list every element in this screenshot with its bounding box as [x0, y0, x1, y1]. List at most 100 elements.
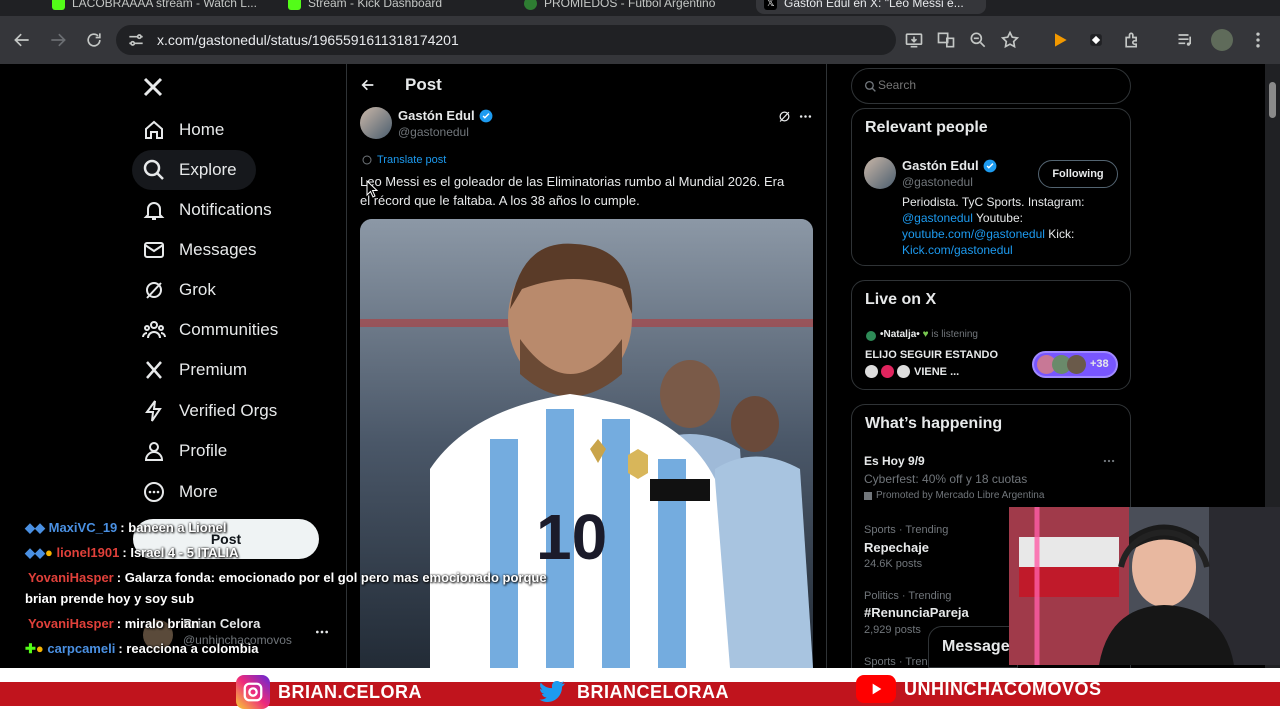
- author-name-row[interactable]: Gastón Edul: [398, 108, 493, 123]
- address-bar[interactable]: x.com/gastonedul/status/1965591611318174…: [116, 25, 1020, 55]
- nav-label: Grok: [179, 280, 216, 299]
- mouse-cursor-icon: [366, 180, 378, 198]
- stream-banner: BRIAN.CELORA BRIANCELORAA UNHINCHACOMOVO…: [0, 668, 1280, 720]
- relevant-name-row[interactable]: Gastón Edul: [902, 158, 997, 173]
- chat-sep: :: [118, 641, 123, 656]
- url-text: x.com/gastonedul/status/1965591611318174…: [157, 32, 459, 48]
- site-settings-icon[interactable]: [126, 30, 146, 50]
- bio-link-youtube[interactable]: youtube.com/@gastonedul: [902, 227, 1045, 241]
- badge-icon: ●: [35, 641, 44, 656]
- chat-text: miralo brian: [124, 616, 200, 631]
- tab-promiedos[interactable]: PROMIEDOS - Futbol Argentino: [516, 0, 746, 14]
- chat-message-continued: brian prende hoy y soy sub: [25, 591, 195, 606]
- promoted-icon: [864, 491, 872, 500]
- messages-drawer[interactable]: Messages: [928, 626, 1019, 668]
- trend-category: Politics · Trending: [864, 590, 952, 602]
- chat-message: YovaniHasper: miralo brian: [28, 616, 199, 631]
- chat-message: ◆◆● lionel1901: Israel 4 - 5 ITALIA: [25, 545, 238, 561]
- play-extension-icon[interactable]: [1050, 30, 1070, 50]
- nav-explore[interactable]: Explore: [132, 150, 256, 190]
- scrollbar-thumb[interactable]: [1269, 82, 1276, 118]
- bio-link-instagram[interactable]: @gastonedul: [902, 211, 973, 225]
- nav-messages[interactable]: Messages: [132, 230, 256, 270]
- twitter-bird-icon: [535, 675, 569, 709]
- nav-label: Notifications: [179, 200, 272, 219]
- translate-icon: [362, 155, 372, 165]
- badge-icon: ●: [45, 545, 53, 560]
- trend-name[interactable]: #RenunciaPareja: [864, 605, 969, 620]
- instagram-label: BRIAN.CELORA: [278, 681, 422, 702]
- nav-notifications[interactable]: Notifications: [132, 190, 272, 230]
- zoom-icon[interactable]: [968, 30, 988, 50]
- space-title[interactable]: ELIJO SEGUIR ESTANDO: [865, 349, 998, 361]
- bio-text: Kick:: [1044, 227, 1075, 241]
- badge-icon: ◆◆: [25, 520, 45, 535]
- listener-avatar: [1067, 355, 1086, 374]
- tab-lacobraaaa[interactable]: LACOBRAAAA stream - Watch L...: [44, 0, 264, 14]
- translate-post-link[interactable]: Translate post: [361, 154, 446, 166]
- white-circle-icon: [865, 365, 878, 378]
- live-on-x-card: Live on X •Natalja• ♥ is listening ELIJO…: [851, 280, 1131, 390]
- bookmark-star-icon[interactable]: [1000, 30, 1020, 50]
- search-box[interactable]: [851, 68, 1131, 104]
- search-input[interactable]: [878, 78, 1118, 92]
- back-arrow-icon[interactable]: [12, 30, 32, 50]
- nav-verified-orgs[interactable]: Verified Orgs: [132, 391, 277, 431]
- translate-icon[interactable]: [936, 30, 956, 50]
- media-controls-icon[interactable]: [1176, 30, 1196, 50]
- listener-label: •Natalja•: [880, 329, 920, 340]
- instagram-handle: BRIAN.CELORA: [236, 675, 422, 709]
- search-icon: [143, 159, 164, 180]
- back-icon[interactable]: [360, 77, 376, 93]
- kick-icon: [288, 0, 301, 10]
- nav-label: Home: [179, 120, 225, 139]
- grok-explain-icon[interactable]: [777, 109, 792, 124]
- forward-arrow-icon[interactable]: [48, 30, 68, 50]
- translate-label: Translate post: [377, 154, 447, 166]
- promo-by: Promoted by Mercado Libre Argentina: [864, 490, 1044, 501]
- bio-link-kick[interactable]: Kick.com/gastonedul: [902, 243, 1013, 257]
- grok-icon: [146, 282, 162, 299]
- promo-title[interactable]: Es Hoy 9/9: [864, 454, 925, 468]
- relevant-avatar[interactable]: [864, 157, 896, 189]
- youtube-handle: UNHINCHACOMOVOS: [856, 675, 1102, 703]
- nav-premium[interactable]: Premium: [132, 350, 247, 390]
- person-icon: [144, 442, 164, 461]
- nav-profile[interactable]: Profile: [132, 431, 227, 471]
- post-image[interactable]: 10: [360, 219, 813, 668]
- profile-avatar[interactable]: [1211, 29, 1233, 51]
- space-listeners-pill[interactable]: +38: [1032, 351, 1118, 378]
- nav-label: Communities: [179, 320, 279, 339]
- post-more-icon[interactable]: [798, 109, 813, 124]
- post-text: Leo Messi es el goleador de las Eliminat…: [360, 172, 820, 210]
- space-title-label: VIENE ...: [914, 365, 960, 378]
- chat-user: YovaniHasper: [28, 616, 114, 631]
- chat-text: Galarza fonda: emocionado por el gol per…: [124, 570, 547, 585]
- youtube-icon: [856, 675, 896, 703]
- relevant-people-title: Relevant people: [865, 119, 988, 136]
- author-avatar[interactable]: [360, 107, 392, 139]
- tab-gaston-edul-active[interactable]: 𝕏 Gastón Edul en X: "Leo Messi e...: [756, 0, 986, 14]
- install-app-icon[interactable]: [904, 30, 924, 50]
- following-button[interactable]: Following: [1038, 160, 1118, 188]
- trend-name[interactable]: Repechaje: [864, 540, 929, 555]
- extension-diamond-icon[interactable]: [1086, 30, 1106, 50]
- x-logo-icon[interactable]: [141, 75, 165, 99]
- account-more-icon[interactable]: [314, 624, 330, 640]
- tab-kick-dashboard[interactable]: Stream - Kick Dashboard: [280, 0, 500, 14]
- more-circle-icon: [144, 482, 164, 502]
- promo-more-icon[interactable]: [1102, 454, 1116, 468]
- nav-home[interactable]: Home: [132, 110, 224, 150]
- chat-sep: :: [120, 520, 125, 535]
- nav-more[interactable]: More: [132, 472, 218, 512]
- trend-category: Sports · Trending: [864, 524, 949, 536]
- reload-icon[interactable]: [84, 30, 104, 50]
- nav-grok[interactable]: Grok: [132, 270, 216, 310]
- relevant-bio: Periodista. TyC Sports. Instagram: @gast…: [902, 194, 1122, 258]
- nav-communities[interactable]: Communities: [132, 310, 278, 350]
- nav-label: Explore: [179, 160, 237, 179]
- extensions-puzzle-icon[interactable]: [1122, 30, 1142, 50]
- space-title-row2[interactable]: VIENE ...: [865, 365, 959, 378]
- lightning-icon: [145, 400, 162, 422]
- kebab-menu-icon[interactable]: [1248, 30, 1268, 50]
